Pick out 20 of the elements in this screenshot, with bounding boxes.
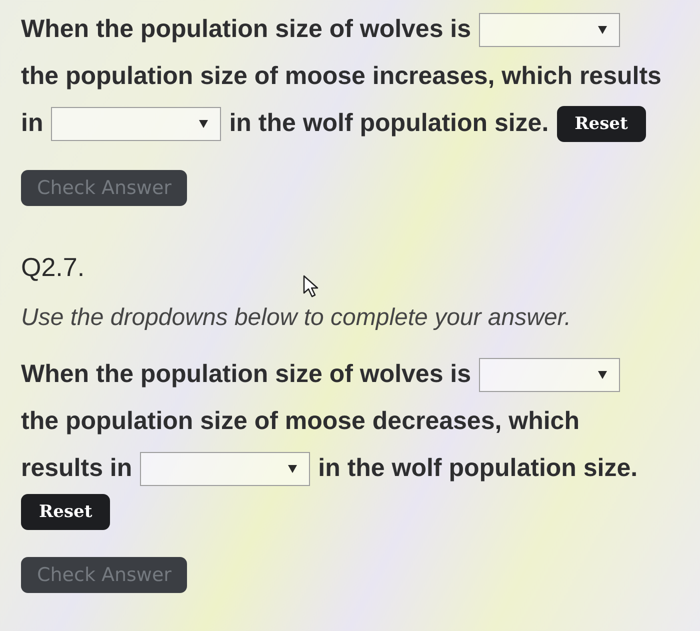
- caret-down-icon: [598, 26, 608, 34]
- caret-down-icon: [288, 464, 298, 472]
- dropdown[interactable]: [479, 358, 620, 392]
- question-text: results in: [21, 454, 132, 483]
- question-text: in the wolf population size.: [318, 454, 638, 483]
- caret-down-icon: [598, 370, 608, 378]
- dropdown[interactable]: [51, 106, 222, 140]
- question-text: the population size of moose increases, which results: [21, 62, 662, 91]
- question-text: the population size of moose decreases, which: [21, 407, 580, 436]
- question-text: When the population size of wolves is: [21, 360, 472, 389]
- question-number: Q2.7.: [21, 252, 85, 282]
- reset-button[interactable]: Reset: [21, 494, 110, 530]
- dropdown[interactable]: [479, 12, 620, 46]
- dropdown[interactable]: [140, 452, 310, 486]
- reset-button[interactable]: Reset: [556, 106, 646, 142]
- question-text: in: [21, 109, 44, 138]
- question-text: When the population size of wolves is: [21, 15, 472, 44]
- instruction-text: Use the dropdowns below to complete your answer.: [21, 305, 572, 331]
- caret-down-icon: [199, 120, 208, 128]
- question-text: in the wolf population size.: [229, 109, 549, 138]
